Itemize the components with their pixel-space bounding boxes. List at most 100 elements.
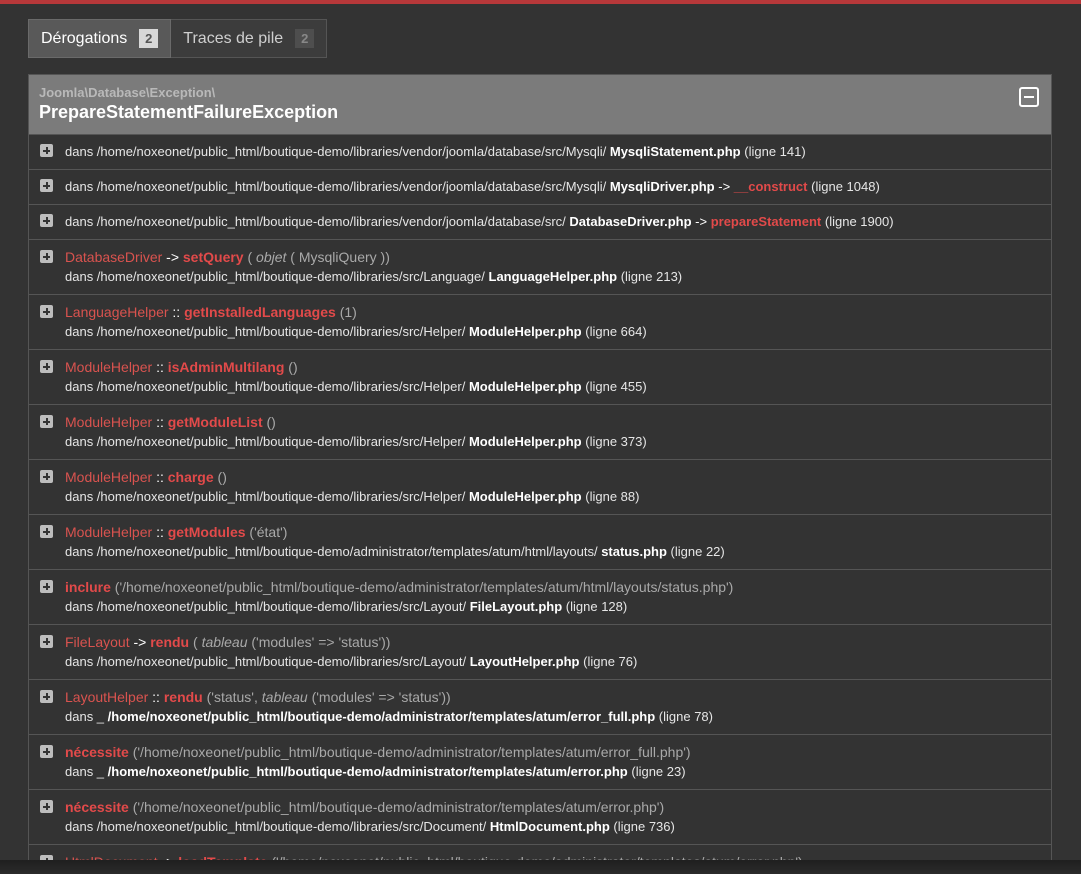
tab-count-badge: 2 bbox=[295, 29, 315, 48]
exception-name: PrepareStatementFailureException bbox=[39, 102, 339, 122]
frame-line: (ligne 128) bbox=[565, 599, 628, 614]
tab-count-badge: 2 bbox=[139, 29, 159, 48]
stack-frame[interactable]: FileLayout -> rendu ( tableau ('modules'… bbox=[29, 625, 1051, 680]
top-accent-bar bbox=[0, 0, 1081, 4]
frame-location: dans /home/noxeonet/public_html/boutique… bbox=[65, 544, 725, 559]
frame-line: (ligne 1900) bbox=[824, 214, 894, 229]
stack-frame-list: dans /home/noxeonet/public_html/boutique… bbox=[29, 135, 1051, 874]
frame-arguments: ('/home/noxeonet/public_html/boutique-de… bbox=[129, 744, 691, 760]
expand-plus-icon[interactable] bbox=[40, 179, 53, 192]
frame-arguments: ( objet ( MysqliQuery )) bbox=[244, 249, 390, 265]
frame-arguments: ('/home/noxeonet/public_html/boutique-de… bbox=[129, 799, 664, 815]
frame-operator: :: bbox=[156, 469, 164, 485]
expand-plus-icon[interactable] bbox=[40, 525, 53, 538]
stack-frame[interactable]: dans /home/noxeonet/public_html/boutique… bbox=[29, 170, 1051, 205]
expand-plus-icon[interactable] bbox=[40, 470, 53, 483]
frame-line: (ligne 736) bbox=[613, 819, 675, 834]
expand-plus-icon[interactable] bbox=[40, 305, 53, 318]
frame-path: dans /home/noxeonet/public_html/boutique… bbox=[65, 599, 467, 614]
stack-frame[interactable]: LanguageHelper :: getInstalledLanguages … bbox=[29, 295, 1051, 350]
expand-plus-icon[interactable] bbox=[40, 250, 53, 263]
stack-frame[interactable]: LayoutHelper :: rendu ('status', tableau… bbox=[29, 680, 1051, 735]
stack-frame[interactable]: inclure ('/home/noxeonet/public_html/bou… bbox=[29, 570, 1051, 625]
frame-file: FileLayout.php bbox=[469, 599, 563, 614]
frame-operator: :: bbox=[156, 524, 164, 540]
expand-plus-icon[interactable] bbox=[40, 800, 53, 813]
frame-path: dans /home/noxeonet/public_html/boutique… bbox=[65, 489, 466, 504]
frame-location: dans /home/noxeonet/public_html/boutique… bbox=[65, 489, 639, 504]
args-text: ( bbox=[247, 249, 253, 265]
exception-panel: Joomla\Database\Exception\ PrepareStatem… bbox=[28, 74, 1052, 874]
frame-function: getModules bbox=[167, 524, 246, 540]
frame-path: dans /home/noxeonet/public_html/boutique… bbox=[65, 269, 485, 284]
frame-path: dans _ bbox=[65, 764, 105, 779]
expand-plus-icon[interactable] bbox=[40, 580, 53, 593]
frame-file: ModuleHelper.php bbox=[468, 489, 582, 504]
frame-location: dans _ /home/noxeonet/public_html/boutiq… bbox=[65, 764, 686, 779]
frame-function: nécessite bbox=[65, 799, 129, 815]
args-type: tableau bbox=[261, 689, 308, 705]
frame-class: ModuleHelper bbox=[65, 469, 153, 485]
frame-file: ModuleHelper.php bbox=[468, 324, 582, 339]
expand-plus-icon[interactable] bbox=[40, 360, 53, 373]
frame-line: (ligne 76) bbox=[583, 654, 638, 669]
frame-file: /home/noxeonet/public_html/boutique-demo… bbox=[107, 764, 628, 779]
frame-function: inclure bbox=[65, 579, 111, 595]
frame-line: (ligne 78) bbox=[658, 709, 713, 724]
frame-call: nécessite ('/home/noxeonet/public_html/b… bbox=[65, 799, 664, 815]
expand-plus-icon[interactable] bbox=[40, 144, 53, 157]
frame-file: MysqliStatement.php bbox=[609, 144, 741, 159]
stack-frame[interactable]: ModuleHelper :: charge ()dans /home/noxe… bbox=[29, 460, 1051, 515]
stack-frame[interactable]: dans /home/noxeonet/public_html/boutique… bbox=[29, 135, 1051, 170]
frame-arguments: ( tableau ('modules' => 'status')) bbox=[189, 634, 390, 650]
frame-class: DatabaseDriver bbox=[65, 249, 163, 265]
frame-class: LayoutHelper bbox=[65, 689, 149, 705]
frame-call: ModuleHelper :: charge () bbox=[65, 469, 227, 485]
expand-plus-icon[interactable] bbox=[40, 635, 53, 648]
stack-frame[interactable]: ModuleHelper :: getModuleList () dans /ho… bbox=[29, 405, 1051, 460]
frame-location: dans /home/noxeonet/public_html/boutique… bbox=[65, 179, 880, 194]
frame-location: dans /home/noxeonet/public_html/boutique… bbox=[65, 379, 647, 394]
frame-path: dans /home/noxeonet/public_html/boutique… bbox=[65, 324, 466, 339]
frame-operator: :: bbox=[172, 304, 181, 320]
frame-line: (ligne 141) bbox=[744, 144, 806, 159]
frame-file: LanguageHelper.php bbox=[488, 269, 618, 284]
args-text: ('état') bbox=[249, 524, 288, 540]
frame-function: nécessite bbox=[65, 744, 129, 760]
frame-location: dans /home/noxeonet/public_html/boutique… bbox=[65, 214, 894, 229]
frame-location: dans /home/noxeonet/public_html/boutique… bbox=[65, 269, 682, 284]
frame-call: nécessite ('/home/noxeonet/public_html/b… bbox=[65, 744, 691, 760]
expand-plus-icon[interactable] bbox=[40, 745, 53, 758]
tab-derogations[interactable]: Dérogations 2 bbox=[28, 19, 172, 58]
frame-line: (ligne 373) bbox=[585, 434, 647, 449]
frame-path: dans /home/noxeonet/public_html/boutique… bbox=[65, 144, 607, 159]
frame-class: ModuleHelper bbox=[65, 414, 153, 430]
collapse-icon[interactable] bbox=[1019, 87, 1039, 107]
expand-plus-icon[interactable] bbox=[40, 214, 53, 227]
frame-arguments: () bbox=[284, 359, 297, 375]
frame-file: LayoutHelper.php bbox=[469, 654, 580, 669]
frame-file: DatabaseDriver.php bbox=[569, 214, 692, 229]
frame-path: dans /home/noxeonet/public_html/boutique… bbox=[65, 379, 466, 394]
frame-call: DatabaseDriver -> setQuery ( objet ( Mys… bbox=[65, 249, 390, 265]
frame-operator: :: bbox=[156, 359, 164, 375]
frame-class: ModuleHelper bbox=[65, 359, 153, 375]
stack-frame[interactable]: ModuleHelper :: getModules ('état') dans … bbox=[29, 515, 1051, 570]
expand-plus-icon[interactable] bbox=[40, 690, 53, 703]
stack-frame[interactable]: nécessite ('/home/noxeonet/public_html/b… bbox=[29, 735, 1051, 790]
expand-plus-icon[interactable] bbox=[40, 415, 53, 428]
frame-class: FileLayout bbox=[65, 634, 130, 650]
frame-operator: -> bbox=[166, 249, 179, 265]
tab-label: Dérogations bbox=[41, 29, 128, 47]
tab-stack-traces[interactable]: Traces de pile 2 bbox=[171, 19, 328, 58]
stack-frame[interactable]: dans /home/noxeonet/public_html/boutique… bbox=[29, 205, 1051, 240]
frame-line: (ligne 1048) bbox=[811, 179, 880, 194]
frame-arguments: ('status', tableau ('modules' => 'status… bbox=[203, 689, 451, 705]
frame-file: ModuleHelper.php bbox=[468, 434, 582, 449]
stack-frame[interactable]: ModuleHelper :: isAdminMultilang () dans … bbox=[29, 350, 1051, 405]
frame-location: dans /home/noxeonet/public_html/boutique… bbox=[65, 599, 627, 614]
frame-call: LanguageHelper :: getInstalledLanguages … bbox=[65, 304, 357, 320]
stack-frame[interactable]: DatabaseDriver -> setQuery ( objet ( Mys… bbox=[29, 240, 1051, 295]
args-text: ( MysqliQuery )) bbox=[290, 249, 390, 265]
stack-frame[interactable]: nécessite ('/home/noxeonet/public_html/b… bbox=[29, 790, 1051, 845]
